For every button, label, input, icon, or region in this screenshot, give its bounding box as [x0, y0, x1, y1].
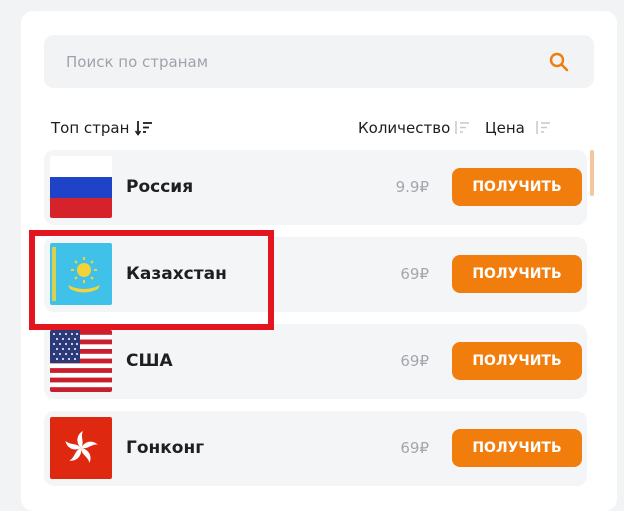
price: 69₽: [400, 265, 429, 283]
sort-icon: [536, 121, 550, 134]
search-icon[interactable]: [547, 50, 571, 74]
get-button[interactable]: ПОЛУЧИТЬ: [452, 168, 582, 206]
get-button[interactable]: ПОЛУЧИТЬ: [452, 342, 582, 380]
sort-desc-icon: [135, 121, 153, 136]
hong-kong-flag-icon: [50, 417, 112, 479]
sort-top-countries[interactable]: Топ стран: [51, 116, 153, 140]
search-bar: [44, 35, 594, 88]
top-countries-label: Топ стран: [51, 119, 130, 137]
price-label: Цена: [485, 119, 525, 137]
country-name: США: [126, 351, 173, 371]
sort-icon: [455, 121, 470, 134]
usa-flag-icon: [50, 330, 112, 392]
get-button[interactable]: ПОЛУЧИТЬ: [452, 255, 582, 293]
list-item[interactable]: США 69₽ ПОЛУЧИТЬ: [44, 324, 587, 399]
price: 69₽: [400, 439, 429, 457]
sort-quantity[interactable]: Количество: [358, 116, 470, 140]
price: 69₽: [400, 352, 429, 370]
search-input[interactable]: [66, 35, 526, 88]
highlight-box: [29, 230, 274, 330]
country-name: Россия: [126, 177, 194, 197]
sort-price[interactable]: Цена: [485, 116, 551, 140]
list-item[interactable]: Гонконг 69₽ ПОЛУЧИТЬ: [44, 411, 587, 486]
price: 9.9₽: [395, 178, 429, 196]
russia-flag-icon: [50, 156, 112, 218]
country-name: Гонконг: [126, 438, 205, 458]
quantity-label: Количество: [358, 119, 451, 137]
list-item[interactable]: Россия 9.9₽ ПОЛУЧИТЬ: [44, 150, 587, 225]
scrollbar[interactable]: [590, 150, 594, 196]
get-button[interactable]: ПОЛУЧИТЬ: [452, 429, 582, 467]
